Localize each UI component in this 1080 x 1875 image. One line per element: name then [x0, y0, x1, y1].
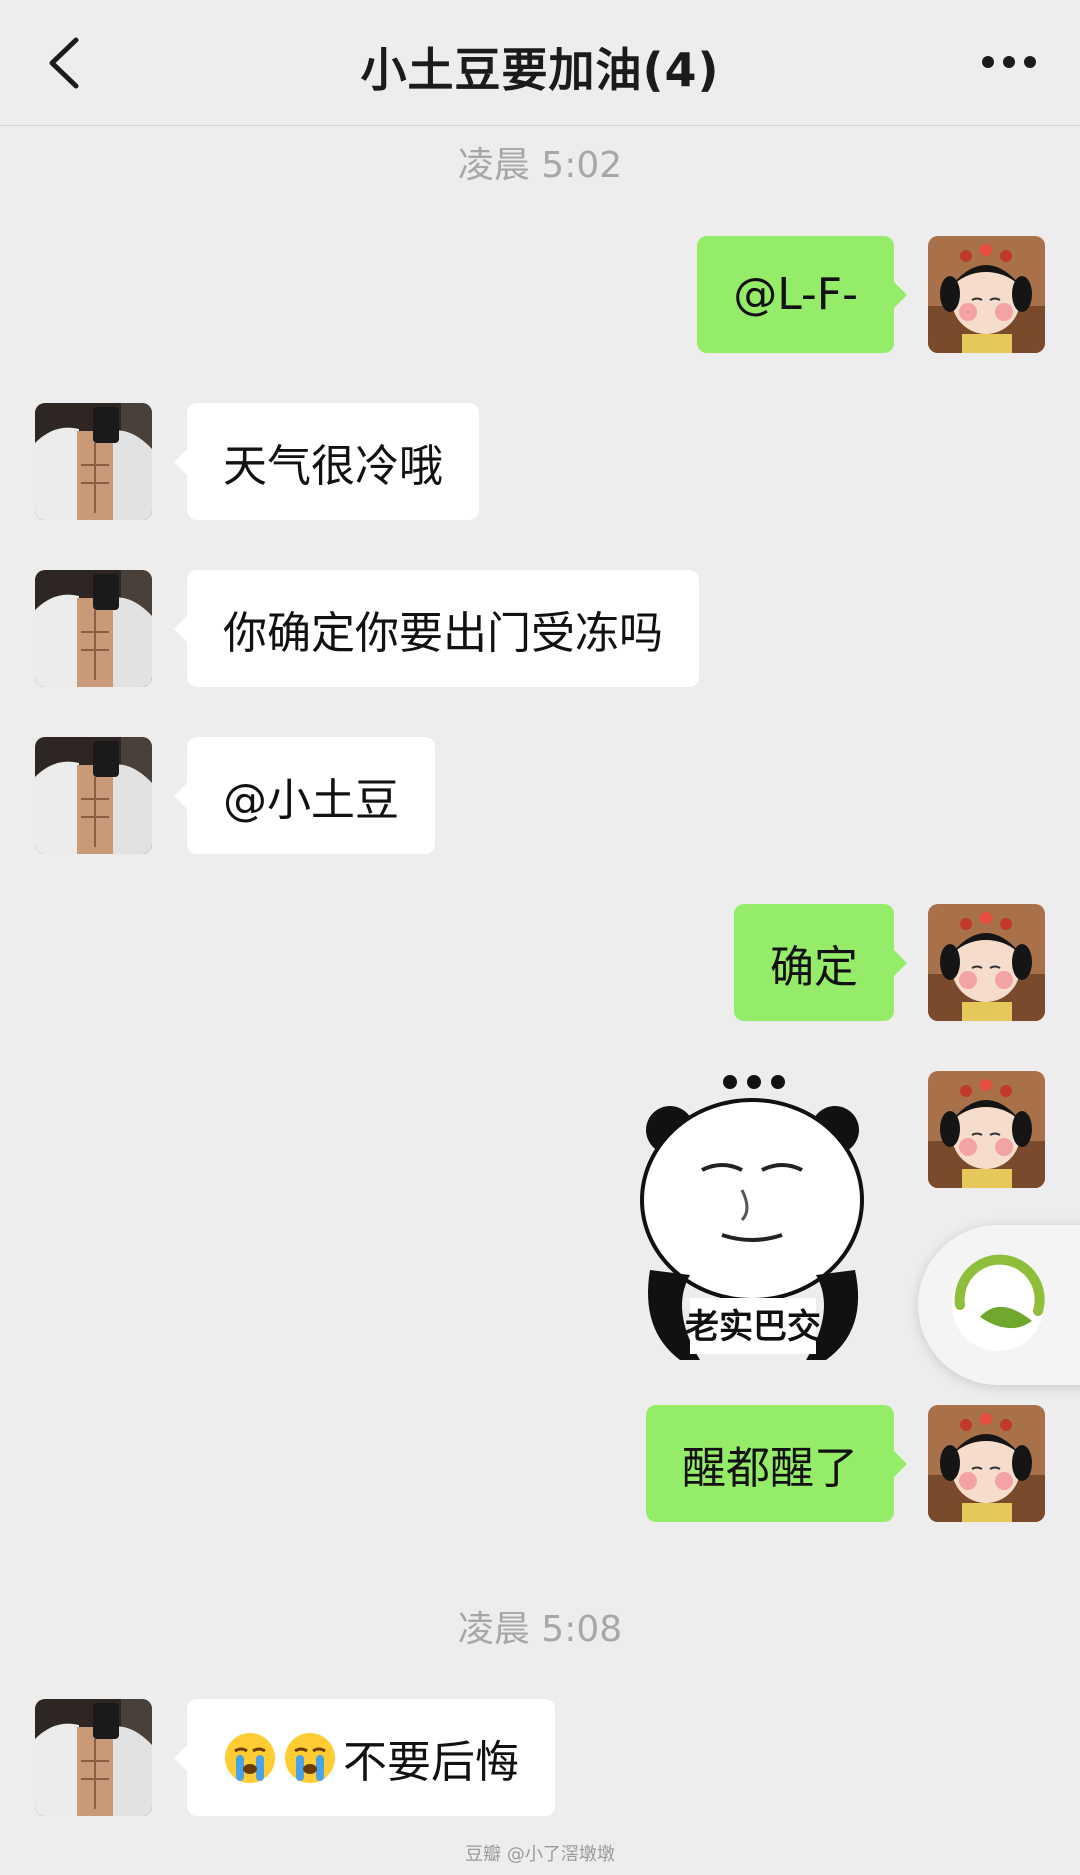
contact-avatar[interactable] [35, 737, 152, 854]
timestamp: 凌晨 5:08 [457, 1609, 623, 1650]
green-leaf-logo-icon [952, 1254, 1045, 1351]
self-avatar[interactable] [928, 904, 1045, 1021]
floating-assistant-button[interactable] [918, 1225, 1080, 1385]
outgoing-message-bubble[interactable]: @L-F- [697, 236, 907, 353]
incoming-message-bubble[interactable]: @小土豆 [174, 737, 435, 854]
watermark: 豆瓣 @小了滘墩墩 [465, 1844, 615, 1865]
incoming-message-bubble[interactable]: 不要后悔 [174, 1699, 555, 1816]
message-text: 不要后悔 [343, 1736, 519, 1788]
outgoing-message-bubble[interactable]: 确定 [734, 904, 907, 1021]
self-avatar[interactable] [928, 1071, 1045, 1188]
incoming-message-bubble[interactable]: 天气很冷哦 [174, 403, 479, 520]
sticker-caption: 老实巴交 [685, 1307, 821, 1347]
timestamp: 凌晨 5:02 [457, 145, 623, 186]
panda-meme-sticker[interactable]: 老实巴交 [630, 1060, 880, 1360]
self-avatar[interactable] [928, 236, 1045, 353]
contact-avatar[interactable] [35, 403, 152, 520]
chat-header: 小土豆要加油(4) [0, 0, 1080, 126]
crying-face-emoji-icon [225, 1732, 275, 1783]
contact-avatar[interactable] [35, 1699, 152, 1816]
self-avatar[interactable] [928, 1405, 1045, 1522]
outgoing-message-bubble[interactable]: 醒都醒了 [646, 1405, 907, 1522]
chat-title: 小土豆要加油(4) [360, 43, 720, 97]
contact-avatar[interactable] [35, 570, 152, 687]
incoming-message-bubble[interactable]: 你确定你要出门受冻吗 [174, 570, 699, 687]
crying-face-emoji-icon [285, 1732, 335, 1783]
more-options-icon[interactable] [974, 40, 1044, 84]
